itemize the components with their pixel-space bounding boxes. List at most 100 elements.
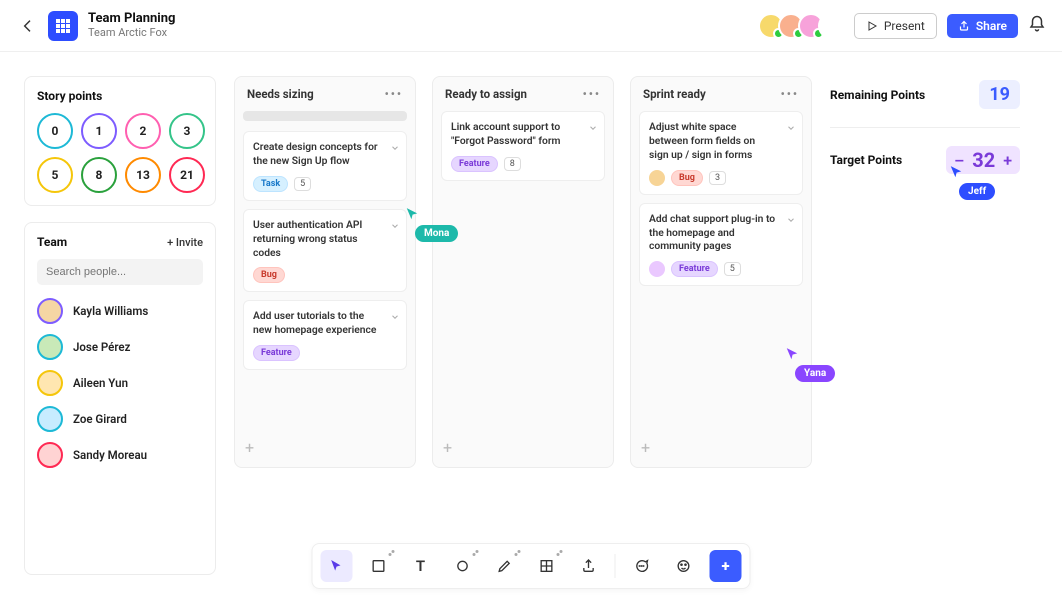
member-name: Aileen Yun xyxy=(73,376,128,390)
present-label: Present xyxy=(884,19,925,33)
card-points: 3 xyxy=(709,171,726,185)
add-card-button[interactable]: + xyxy=(441,434,605,461)
tool-upload[interactable] xyxy=(573,550,605,582)
story-point-chip[interactable]: 8 xyxy=(81,157,117,193)
board-card[interactable]: Create design concepts for the new Sign … xyxy=(243,131,407,201)
column-menu-button[interactable]: ••• xyxy=(781,87,799,101)
board-card[interactable]: User authentication API returning wrong … xyxy=(243,209,407,293)
team-title: Team xyxy=(37,235,67,249)
member-avatar xyxy=(37,370,63,396)
page-subtitle: Team Arctic Fox xyxy=(88,27,175,39)
chevron-down-icon[interactable] xyxy=(786,210,796,229)
card-tag: Bug xyxy=(671,170,703,186)
story-points-panel: Story points 0123581321 xyxy=(24,76,216,206)
app-icon xyxy=(48,11,78,41)
remaining-points-value: 19 xyxy=(979,80,1020,109)
board-card[interactable]: Add user tutorials to the new homepage e… xyxy=(243,300,407,370)
invite-button[interactable]: + Invite xyxy=(167,236,203,249)
card-tag: Task xyxy=(253,176,288,192)
story-point-chip[interactable]: 13 xyxy=(125,157,161,193)
card-points: 8 xyxy=(504,157,521,171)
card-tag: Feature xyxy=(671,261,718,277)
column-title: Ready to assign xyxy=(445,87,527,101)
member-name: Zoe Girard xyxy=(73,412,127,426)
tool-add[interactable]: + xyxy=(710,550,742,582)
member-avatar xyxy=(37,442,63,468)
board-card[interactable]: Add chat support plug-in to the homepage… xyxy=(639,203,803,287)
target-points-value: 32 xyxy=(972,148,995,172)
share-label: Share xyxy=(976,19,1007,33)
chevron-down-icon[interactable] xyxy=(390,138,400,157)
team-member[interactable]: Sandy Moreau xyxy=(37,437,203,473)
tool-stamp[interactable] xyxy=(668,550,700,582)
tool-pen[interactable] xyxy=(489,550,521,582)
add-card-button[interactable]: + xyxy=(243,434,407,461)
story-point-chip[interactable]: 2 xyxy=(125,113,161,149)
member-avatar xyxy=(37,298,63,324)
chevron-down-icon[interactable] xyxy=(390,216,400,235)
card-title: Adjust white space between form fields o… xyxy=(649,120,793,162)
chevron-down-icon[interactable] xyxy=(588,118,598,137)
collaborator-avatars[interactable] xyxy=(764,13,844,39)
play-icon xyxy=(866,20,878,32)
board-card[interactable]: Adjust white space between form fields o… xyxy=(639,111,803,195)
card-title: Link account support to "Forgot Password… xyxy=(451,120,595,148)
card-title: Add user tutorials to the new homepage e… xyxy=(253,309,397,337)
tool-sticky-note[interactable] xyxy=(363,550,395,582)
tool-grid[interactable] xyxy=(531,550,563,582)
team-member[interactable]: Kayla Williams xyxy=(37,293,203,329)
card-title: Add chat support plug-in to the homepage… xyxy=(649,212,793,254)
chevron-down-icon[interactable] xyxy=(390,307,400,326)
team-search-input[interactable] xyxy=(37,259,203,285)
page-title: Team Planning xyxy=(88,12,175,26)
share-icon xyxy=(958,20,970,32)
toolbar-divider xyxy=(615,554,616,578)
card-title: Create design concepts for the new Sign … xyxy=(253,140,397,168)
tool-comment[interactable] xyxy=(626,550,658,582)
story-point-chip[interactable]: 5 xyxy=(37,157,73,193)
story-point-chip[interactable]: 21 xyxy=(169,157,205,193)
tool-text[interactable]: T xyxy=(405,550,437,582)
tool-shape[interactable] xyxy=(447,550,479,582)
tool-select[interactable] xyxy=(321,550,353,582)
team-member[interactable]: Jose Pérez xyxy=(37,329,203,365)
collaborator-avatar[interactable] xyxy=(818,13,844,39)
card-tag: Bug xyxy=(253,267,285,283)
assignee-avatar xyxy=(649,261,665,277)
board-column: Needs sizing•••Create design concepts fo… xyxy=(234,76,416,468)
member-name: Sandy Moreau xyxy=(73,448,147,462)
present-button[interactable]: Present xyxy=(854,13,937,39)
card-tag: Feature xyxy=(253,345,300,361)
bottom-toolbar: T + xyxy=(312,543,751,589)
remaining-points-label: Remaining Points xyxy=(830,88,925,102)
story-point-chip[interactable]: 0 xyxy=(37,113,73,149)
column-menu-button[interactable]: ••• xyxy=(583,87,601,101)
target-increment[interactable]: + xyxy=(1003,151,1012,170)
column-title: Sprint ready xyxy=(643,87,706,101)
member-name: Kayla Williams xyxy=(73,304,148,318)
card-title: User authentication API returning wrong … xyxy=(253,218,397,260)
drop-placeholder xyxy=(243,111,407,121)
story-point-chip[interactable]: 1 xyxy=(81,113,117,149)
board-column: Sprint ready ••• Adjust white space betwee… xyxy=(630,76,812,468)
notifications-button[interactable] xyxy=(1028,15,1048,37)
board-column: Ready to assign ••• Link account support t… xyxy=(432,76,614,468)
add-card-button[interactable]: + xyxy=(639,434,803,461)
column-menu-button[interactable]: ••• xyxy=(385,87,403,101)
divider xyxy=(830,127,1020,128)
target-points-label: Target Points xyxy=(830,153,902,167)
chevron-down-icon[interactable] xyxy=(786,118,796,137)
team-member[interactable]: Aileen Yun xyxy=(37,365,203,401)
back-button[interactable] xyxy=(14,18,42,34)
member-avatar xyxy=(37,406,63,432)
board-card[interactable]: Link account support to "Forgot Password… xyxy=(441,111,605,181)
card-points: 5 xyxy=(294,177,311,191)
member-name: Jose Pérez xyxy=(73,340,130,354)
assignee-avatar xyxy=(649,170,665,186)
story-point-chip[interactable]: 3 xyxy=(169,113,205,149)
share-button[interactable]: Share xyxy=(947,14,1018,38)
card-points: 5 xyxy=(724,262,741,276)
target-decrement[interactable]: – xyxy=(954,151,964,170)
team-member[interactable]: Zoe Girard xyxy=(37,401,203,437)
card-tag: Feature xyxy=(451,156,498,172)
